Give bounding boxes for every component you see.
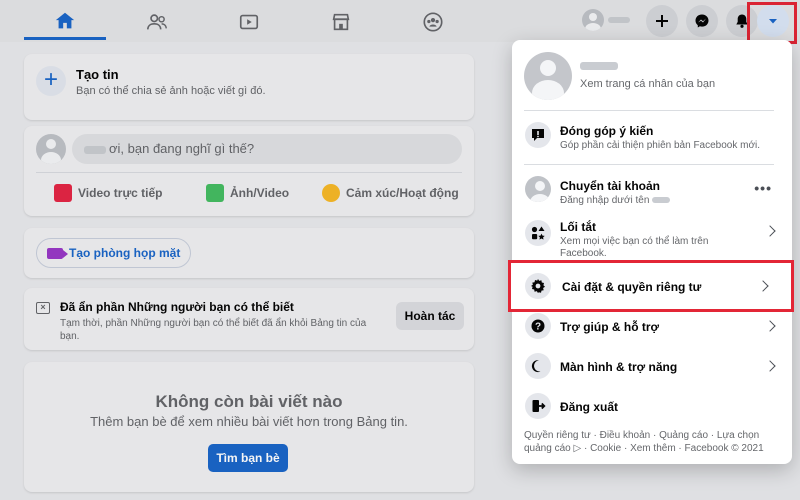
feedback-icon [525,122,551,148]
settings-privacy-item[interactable]: Cài đặt & quyền riêng tư [508,260,794,312]
svg-text:?: ? [535,322,541,333]
feedback-title: Đóng góp ý kiến [560,124,654,138]
chevron-right-icon [757,280,769,292]
moon-icon [525,353,551,379]
logout-title: Đăng xuất [560,400,619,414]
profile-name-redacted [580,62,618,70]
account-menu: Xem trang cá nhân của bạn Đóng góp ý kiế… [512,40,792,464]
divider [524,110,774,111]
profile-subtitle: Xem trang cá nhân của bạn [580,78,716,90]
chevron-right-icon [764,320,776,332]
settings-privacy-title: Cài đặt & quyền riêng tư [562,280,702,294]
chevron-right-icon [764,225,776,237]
menu-footer-links[interactable]: Quyền riêng tư · Điều khoản · Quảng cáo … [524,429,782,455]
logout-icon [525,393,551,419]
more-options-icon[interactable]: ••• [754,180,772,196]
help-title: Trợ giúp & hỗ trợ [560,320,660,334]
avatar [525,176,551,202]
shortcuts-title: Lối tắt [560,220,596,234]
switch-account-title: Chuyển tài khoản [560,179,661,193]
shortcuts-subtitle: Xem mọi việc bạn có thể làm trên Faceboo… [560,236,709,259]
avatar [524,52,572,100]
shortcuts-icon [525,220,551,246]
divider [524,164,774,165]
help-icon: ? [525,313,551,339]
display-title: Màn hình & trợ năng [560,360,678,374]
gear-icon [525,273,551,299]
chevron-right-icon [764,360,776,372]
switch-account-subtitle: Đăng nhập dưới tên [560,195,671,207]
feedback-subtitle: Góp phần cải thiện phiên bản Facebook mớ… [560,140,761,151]
